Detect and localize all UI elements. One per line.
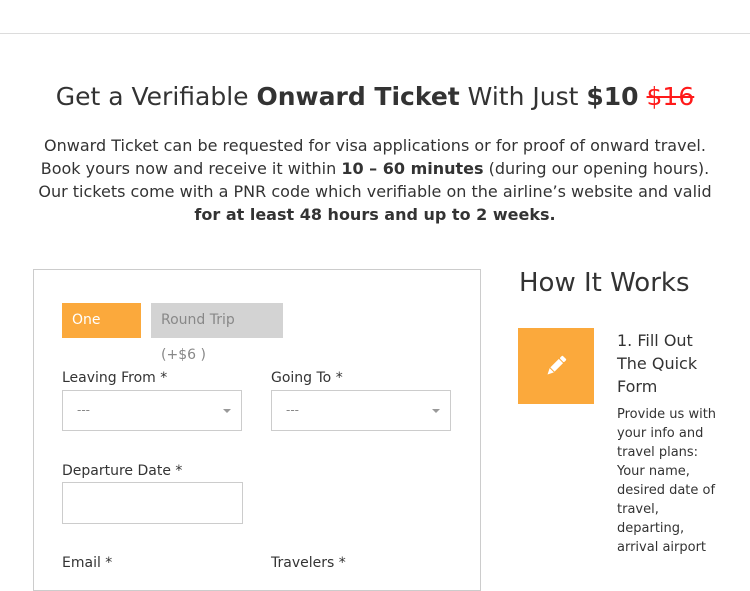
departure-date-input[interactable] <box>62 482 243 524</box>
top-nav-bar <box>0 0 750 34</box>
step-1-description: Provide us with your info and travel pla… <box>617 407 717 555</box>
going-to-label: Going To * <box>271 370 343 386</box>
going-to-value: --- <box>286 403 299 417</box>
intro-line-1: Onward Ticket can be requested for visa … <box>44 136 706 155</box>
travelers-label: Travelers * <box>271 555 346 571</box>
chevron-down-icon <box>223 409 231 413</box>
intro-line-2-pre: Book yours now and receive it within <box>40 159 342 178</box>
intro-line-3: Our tickets come with a PNR code which v… <box>38 182 712 201</box>
how-it-works-title: How It Works <box>519 268 690 298</box>
page-headline: Get a Verifiable Onward Ticket With Just… <box>0 78 750 116</box>
leaving-from-label: Leaving From * <box>62 370 168 386</box>
headline-emphasis: Onward Ticket <box>256 82 460 111</box>
leaving-from-value: --- <box>77 403 90 417</box>
chevron-down-icon <box>432 409 440 413</box>
old-price: $16 <box>646 82 695 111</box>
step-1-icon-box <box>518 328 594 404</box>
step-1-title: 1. Fill Out The Quick Form <box>617 331 698 396</box>
email-label: Email * <box>62 555 113 571</box>
headline-prefix: Get a Verifiable <box>55 82 257 111</box>
leaving-from-select[interactable]: --- <box>62 390 242 431</box>
intro-line-4: for at least 48 hours and up to 2 weeks. <box>20 203 730 226</box>
pencil-icon <box>547 355 567 375</box>
intro-paragraph: Onward Ticket can be requested for visa … <box>20 134 730 226</box>
intro-validity: for at least 48 hours and up to 2 weeks. <box>194 205 556 224</box>
tab-one-way[interactable]: One Way <box>62 303 141 363</box>
intro-delivery-time: 10 – 60 minutes <box>341 159 484 178</box>
tab-round-trip[interactable]: Round Trip (+$6 ) <box>151 303 283 363</box>
intro-line-2-post: (during our opening hours). <box>483 159 710 178</box>
headline-price: $10 <box>586 82 639 111</box>
departure-date-label: Departure Date * <box>62 463 183 479</box>
going-to-select[interactable]: --- <box>271 390 451 431</box>
headline-middle: With Just <box>459 82 587 111</box>
intro-line-2: Book yours now and receive it within 10 … <box>20 157 730 180</box>
